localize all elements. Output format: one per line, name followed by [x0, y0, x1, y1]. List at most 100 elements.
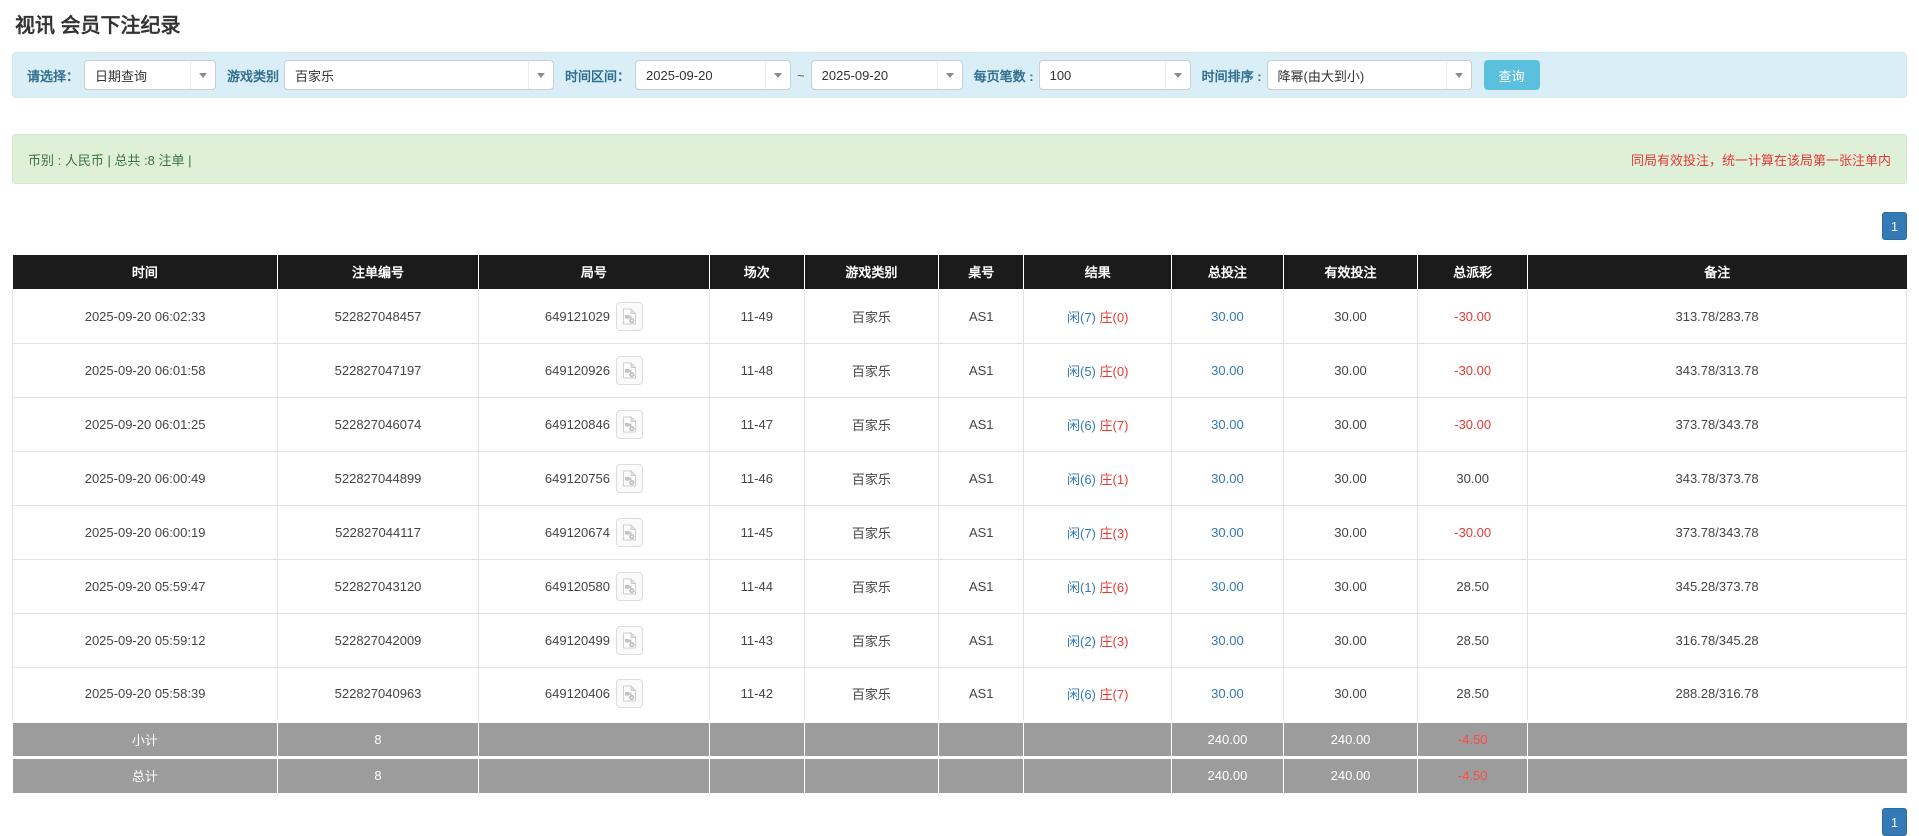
- cell-table-no: AS1: [938, 612, 1025, 668]
- cell-sum-empty: [709, 719, 805, 757]
- cell-table-no: AS1: [938, 288, 1025, 344]
- table-row: 2025-09-20 05:59:12 522827042009 649120499…: [11, 612, 1907, 668]
- date-from-value: 2025-09-20: [646, 67, 713, 83]
- date-to-select[interactable]: 2025-09-20: [810, 60, 963, 90]
- cell-sum-empty: [478, 755, 710, 793]
- chevron-down-icon[interactable]: [528, 61, 553, 89]
- game-type-value: 百家乐: [295, 68, 335, 84]
- cell-total-bet[interactable]: 30.00: [1171, 288, 1284, 344]
- video-replay-button[interactable]: [615, 679, 643, 708]
- video-replay-button[interactable]: [615, 409, 643, 439]
- cell-sum-total-bet: 240.00: [1171, 719, 1284, 757]
- cell-session: 11-45: [708, 504, 805, 560]
- table-row: 2025-09-20 05:58:39 522827040963 649120406…: [11, 666, 1907, 722]
- chevron-down-icon[interactable]: [936, 61, 962, 89]
- column-header-remark: 备注: [1527, 255, 1907, 290]
- valid-bet-note: 同局有效投注，统一计算在该局第一张注单内: [1630, 152, 1891, 168]
- video-replay-icon: [622, 307, 637, 324]
- cell-sum-empty: [804, 755, 940, 793]
- page-size-select[interactable]: 100: [1038, 60, 1191, 90]
- query-type-value: 日期查询: [95, 68, 148, 84]
- cell-sum-payout: -4.50: [1417, 719, 1529, 757]
- cell-time: 2025-09-20 05:59:12: [11, 612, 279, 668]
- cell-total-bet[interactable]: 30.00: [1171, 342, 1284, 398]
- chevron-down-icon[interactable]: [190, 61, 215, 89]
- cell-round-id: 649120926: [477, 342, 710, 398]
- video-replay-button[interactable]: [615, 571, 643, 601]
- cell-result: 闲(2) 庄(3): [1023, 612, 1173, 668]
- video-replay-button[interactable]: [615, 625, 643, 655]
- cell-sum-empty: [709, 755, 805, 793]
- video-replay-icon: [622, 685, 637, 702]
- column-header-valid-bet: 有效投注: [1283, 255, 1419, 290]
- total-bet-link[interactable]: 30.00: [1211, 633, 1244, 648]
- cell-sum-empty: [1023, 755, 1173, 793]
- currency-summary-text: 币别 : 人民币 | 总共 :8 注单 |: [28, 152, 192, 168]
- pagination-top: 1: [12, 212, 1907, 240]
- cell-total-bet[interactable]: 30.00: [1171, 666, 1284, 722]
- cell-total-bet[interactable]: 30.00: [1171, 558, 1284, 614]
- column-header-game-type: 游戏类别: [804, 255, 940, 290]
- cell-sum-label: 总计: [12, 755, 279, 793]
- page-1-button[interactable]: 1: [1882, 808, 1907, 836]
- result-player: 闲(5): [1067, 363, 1096, 379]
- chevron-down-icon[interactable]: [1445, 61, 1471, 89]
- total-bet-link[interactable]: 30.00: [1211, 363, 1244, 378]
- cell-total-bet[interactable]: 30.00: [1171, 612, 1284, 668]
- cell-table-no: AS1: [938, 396, 1025, 452]
- video-replay-button[interactable]: [615, 517, 643, 547]
- cell-sum-total-bet: 240.00: [1171, 755, 1284, 793]
- total-bet-link[interactable]: 30.00: [1211, 309, 1244, 324]
- query-type-select[interactable]: 日期查询: [84, 60, 217, 90]
- video-replay-button[interactable]: [615, 463, 643, 493]
- total-bet-link[interactable]: 30.00: [1211, 579, 1244, 594]
- cell-round-id: 649120406: [477, 666, 710, 722]
- cell-round-id: 649120499: [477, 612, 710, 668]
- cell-table-no: AS1: [938, 558, 1025, 614]
- total-bet-link[interactable]: 30.00: [1211, 417, 1244, 432]
- cell-session: 11-47: [708, 396, 805, 452]
- total-bet-link[interactable]: 30.00: [1211, 525, 1244, 540]
- video-replay-button[interactable]: [615, 355, 643, 385]
- cell-total-bet[interactable]: 30.00: [1171, 396, 1284, 452]
- video-replay-button[interactable]: [615, 301, 643, 331]
- cell-remark: 373.78/343.78: [1527, 504, 1907, 560]
- page-1-button[interactable]: 1: [1882, 212, 1907, 240]
- game-type-select[interactable]: 百家乐: [284, 60, 555, 90]
- cell-sum-empty: [938, 719, 1025, 757]
- result-player: 闲(7): [1067, 309, 1096, 325]
- sum-payout-value: -4.50: [1457, 731, 1488, 747]
- date-from-select[interactable]: 2025-09-20: [635, 60, 792, 90]
- video-replay-icon: [622, 415, 637, 432]
- cell-game-type: 百家乐: [803, 396, 940, 452]
- summary-bar: 币别 : 人民币 | 总共 :8 注单 | 同局有效投注，统一计算在该局第一张注…: [12, 134, 1907, 184]
- total-row: 总计 8 240.00 240.00 -4.50: [12, 755, 1907, 793]
- result-banker: 庄(3): [1099, 633, 1129, 649]
- cell-bet-id: 522827044117: [277, 504, 479, 560]
- round-id-text: 649121029: [544, 308, 610, 324]
- search-button[interactable]: 查询: [1483, 60, 1540, 90]
- cell-game-type: 百家乐: [803, 504, 940, 560]
- cell-valid-bet: 30.00: [1282, 558, 1419, 614]
- page-size-label: 每页笔数 :: [973, 68, 1034, 84]
- payout-value: -30.00: [1454, 524, 1492, 540]
- column-header-round-id: 局号: [478, 255, 710, 290]
- cell-round-id: 649120674: [477, 504, 710, 560]
- result-player: 闲(6): [1067, 417, 1096, 433]
- table-row: 2025-09-20 06:01:58 522827047197 649120926…: [11, 342, 1907, 398]
- cell-round-id: 649121029: [477, 288, 710, 344]
- total-bet-link[interactable]: 30.00: [1211, 471, 1244, 486]
- column-header-result: 结果: [1023, 255, 1173, 290]
- payout-value: 30.00: [1456, 470, 1489, 486]
- cell-result: 闲(6) 庄(1): [1023, 450, 1173, 506]
- cell-total-bet[interactable]: 30.00: [1171, 450, 1284, 506]
- chevron-down-icon[interactable]: [765, 61, 790, 89]
- sort-order-select[interactable]: 降幂(由大到小): [1266, 60, 1472, 90]
- chevron-down-icon[interactable]: [1164, 61, 1190, 89]
- total-bet-link[interactable]: 30.00: [1211, 686, 1244, 701]
- round-id-text: 649120846: [544, 416, 610, 432]
- cell-payout: 28.50: [1417, 558, 1529, 614]
- cell-total-bet[interactable]: 30.00: [1171, 504, 1284, 560]
- table-row: 2025-09-20 06:02:33 522827048457 649121029…: [11, 288, 1907, 344]
- cell-sum-label: 小计: [12, 719, 279, 757]
